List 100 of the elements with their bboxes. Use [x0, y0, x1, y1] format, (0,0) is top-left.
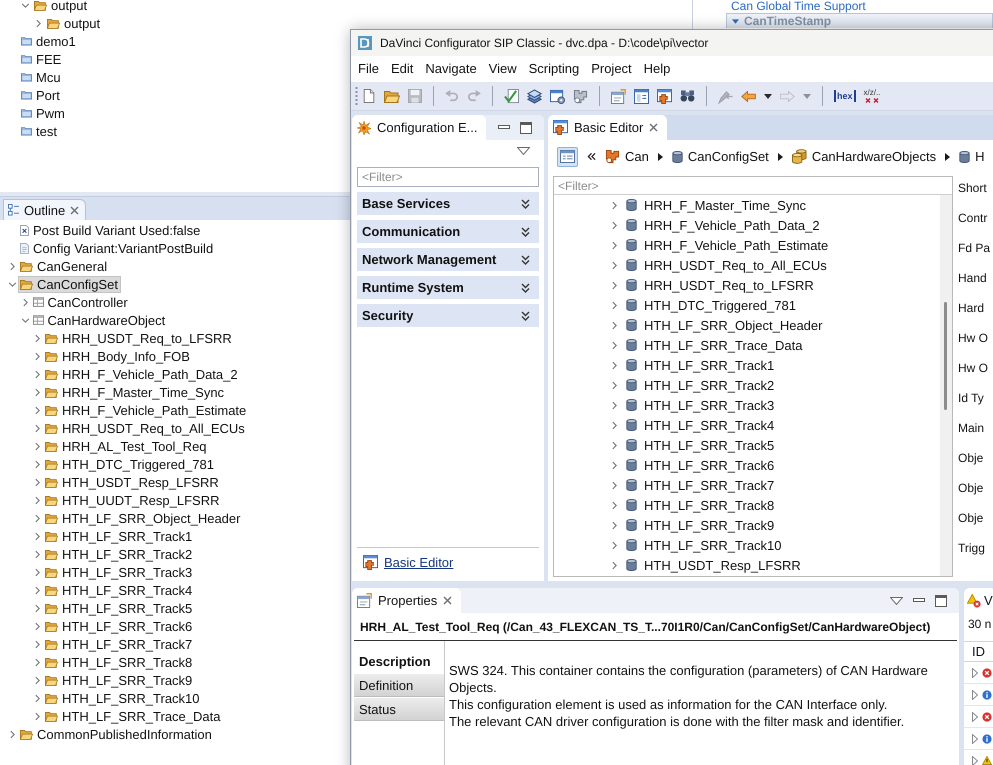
- tree-item[interactable]: Port: [19, 86, 63, 104]
- triangle-right-icon[interactable]: [972, 668, 978, 678]
- tree-item[interactable]: CanController: [30, 294, 131, 310]
- tree-item[interactable]: Config Variant:VariantPostBuild: [18, 240, 216, 256]
- pattern-button[interactable]: x/z/..: [864, 89, 880, 103]
- chevron-right-icon[interactable]: [35, 532, 40, 540]
- chevron-right-icon[interactable]: [612, 400, 616, 410]
- chevron-right-icon[interactable]: [612, 560, 616, 570]
- caret-right-icon[interactable]: [945, 152, 950, 160]
- editor-tab[interactable]: Basic Editor: [548, 115, 668, 140]
- open-folder-icon[interactable]: [384, 90, 400, 102]
- breadcrumb-item[interactable]: Can: [605, 149, 649, 164]
- tree-item[interactable]: HRH_AL_Test_Tool_Req: [43, 438, 210, 454]
- caret-right-icon[interactable]: [658, 152, 663, 160]
- chevron-right-icon[interactable]: [612, 340, 616, 350]
- close-icon[interactable]: [649, 123, 658, 132]
- chevron-right-icon[interactable]: [612, 480, 616, 490]
- view-menu-icon[interactable]: [890, 596, 903, 604]
- scrollbar-thumb[interactable]: [944, 302, 947, 410]
- chevron-right-icon[interactable]: [35, 334, 40, 342]
- tree-item[interactable]: HTH_LF_SRR_Track1: [626, 356, 774, 374]
- double-chevron-down-icon[interactable]: [521, 310, 530, 320]
- chevron-right-icon[interactable]: [35, 406, 40, 414]
- tree-item[interactable]: HTH_LF_SRR_Track3: [626, 396, 774, 414]
- caret-right-icon[interactable]: [778, 152, 783, 160]
- tree-item[interactable]: HTH_USDT_Resp_LFSRR: [626, 556, 801, 574]
- tree-item[interactable]: HRH_F_Vehicle_Path_Estimate: [43, 402, 250, 418]
- chevron-right-icon[interactable]: [35, 586, 40, 594]
- minimize-icon[interactable]: [913, 598, 925, 603]
- chevron-right-icon[interactable]: [612, 500, 616, 510]
- tree-item[interactable]: HTH_LF_SRR_Track5: [626, 436, 774, 454]
- layout-toggle-button[interactable]: [557, 146, 578, 166]
- close-icon[interactable]: [70, 206, 80, 214]
- tree-item[interactable]: HTH_LF_SRR_Track8: [626, 496, 774, 514]
- chevron-right-icon[interactable]: [36, 18, 41, 28]
- tree-item[interactable]: HTH_LF_SRR_Track4: [43, 582, 196, 598]
- new-file-icon[interactable]: [362, 89, 376, 103]
- window-gear-icon[interactable]: [550, 88, 565, 104]
- triangle-right-icon[interactable]: [972, 712, 978, 722]
- menu-item[interactable]: View: [482, 60, 523, 78]
- tree-item[interactable]: HRH_USDT_Req_to_All_ECUs: [43, 420, 248, 436]
- double-chevron-down-icon[interactable]: [521, 282, 530, 292]
- chevron-right-icon[interactable]: [35, 460, 40, 468]
- properties-tab[interactable]: Properties: [352, 588, 462, 613]
- tree-item[interactable]: HRH_USDT_Req_to_LFSRR: [626, 276, 814, 294]
- menu-item[interactable]: Edit: [384, 60, 420, 78]
- chevron-right-icon[interactable]: [612, 460, 616, 470]
- menu-item[interactable]: Help: [638, 60, 676, 78]
- check-icon[interactable]: [504, 88, 519, 104]
- tree-item[interactable]: CanConfigSet: [18, 276, 121, 292]
- chevron-right-icon[interactable]: [612, 360, 616, 370]
- layers-icon[interactable]: [527, 88, 542, 104]
- tree-item[interactable]: HTH_LF_SRR_Track7: [43, 636, 196, 652]
- double-chevron-down-icon[interactable]: [521, 226, 530, 236]
- chevron-right-icon[interactable]: [35, 550, 40, 558]
- menu-item[interactable]: Navigate: [419, 60, 483, 78]
- double-chevron-left-icon[interactable]: [587, 152, 596, 161]
- chevron-right-icon[interactable]: [35, 640, 40, 648]
- chevron-right-icon[interactable]: [612, 200, 616, 210]
- chevron-down-icon[interactable]: [8, 282, 17, 286]
- menu-item[interactable]: Scripting: [522, 60, 586, 78]
- breadcrumb-item[interactable]: CanConfigSet: [672, 149, 769, 164]
- tree-item[interactable]: CanGeneral: [18, 258, 110, 274]
- tree-item[interactable]: HRH_F_Vehicle_Path_Estimate: [626, 236, 828, 254]
- tree-item[interactable]: HTH_LF_SRR_Track8: [43, 654, 196, 670]
- chevron-right-icon[interactable]: [35, 370, 40, 378]
- chevron-right-icon[interactable]: [35, 442, 40, 450]
- tree-item[interactable]: HTH_LF_SRR_Track3: [43, 564, 196, 580]
- close-icon[interactable]: [443, 596, 452, 605]
- properties-icon[interactable]: [611, 88, 626, 104]
- chevron-down-icon[interactable]: [20, 318, 30, 322]
- basic-editor-link[interactable]: Basic Editor: [363, 555, 454, 570]
- chevron-right-icon[interactable]: [35, 514, 40, 522]
- tree-item[interactable]: HTH_LF_SRR_Track7: [626, 476, 774, 494]
- filter-field[interactable]: <Filter>: [357, 167, 539, 187]
- chevron-right-icon[interactable]: [10, 262, 15, 270]
- chevron-right-icon[interactable]: [35, 478, 40, 486]
- section-header[interactable]: Runtime System: [357, 276, 539, 299]
- tree-item[interactable]: HRH_USDT_Req_to_All_ECUs: [626, 256, 827, 274]
- chevron-right-icon[interactable]: [612, 420, 616, 430]
- tree-item[interactable]: HTH_DTC_Triggered_781: [43, 456, 217, 472]
- tree-item[interactable]: HTH_LF_SRR_Track1: [43, 528, 196, 544]
- triangle-right-icon[interactable]: [972, 734, 978, 744]
- tree-item[interactable]: HTH_LF_SRR_Track10: [626, 536, 782, 554]
- menu-item[interactable]: Project: [585, 60, 638, 78]
- chevron-right-icon[interactable]: [22, 298, 28, 306]
- tree-item[interactable]: test: [19, 122, 60, 140]
- tree-item[interactable]: HTH_LF_SRR_Trace_Data: [43, 708, 224, 724]
- chevron-right-icon[interactable]: [612, 260, 616, 270]
- puzzle-icon[interactable]: [573, 88, 588, 104]
- outline-tab[interactable]: Outline: [3, 199, 86, 220]
- section-header[interactable]: Network Management: [357, 248, 539, 271]
- validation-tab[interactable]: V: [964, 588, 993, 613]
- section-header[interactable]: Communication: [357, 220, 539, 243]
- editor-icon[interactable]: [657, 88, 672, 104]
- tree-item[interactable]: HTH_DTC_Triggered_781: [626, 296, 796, 314]
- tree-item[interactable]: HRH_F_Vehicle_Path_Data_2: [626, 216, 820, 234]
- breadcrumb-item[interactable]: H: [959, 149, 984, 164]
- chevron-right-icon[interactable]: [612, 380, 616, 390]
- section-header[interactable]: Base Services: [357, 192, 539, 215]
